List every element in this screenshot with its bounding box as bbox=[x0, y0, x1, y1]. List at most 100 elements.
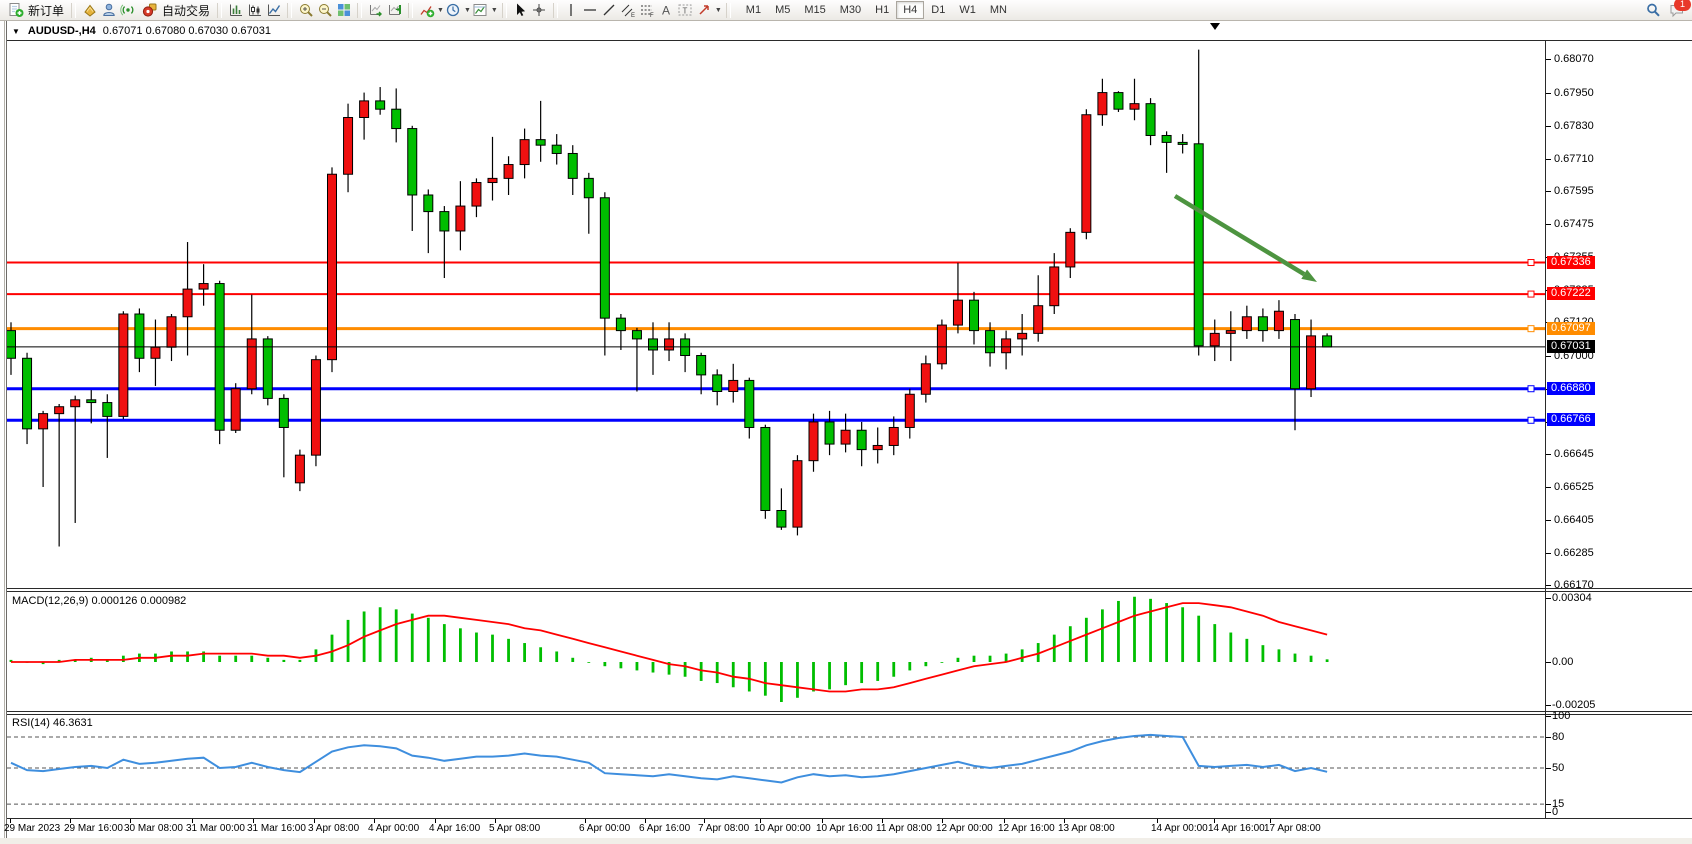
text-icon[interactable]: A bbox=[658, 2, 675, 18]
search-icon[interactable] bbox=[1644, 2, 1661, 18]
timeframe-H1[interactable]: H1 bbox=[868, 1, 896, 19]
candle-body bbox=[23, 358, 32, 429]
rsi-tick-mark bbox=[1546, 768, 1551, 769]
candle-body bbox=[295, 455, 304, 483]
text-label-icon[interactable]: T bbox=[677, 2, 694, 18]
candle-body bbox=[7, 331, 16, 359]
macd-histogram-bar bbox=[347, 620, 350, 662]
line-handle[interactable] bbox=[1528, 326, 1534, 332]
time-tick-mark bbox=[645, 819, 646, 823]
timeframe-D1[interactable]: D1 bbox=[924, 1, 952, 19]
line-handle[interactable] bbox=[1528, 417, 1534, 423]
price-tick-label: 0.67950 bbox=[1554, 87, 1594, 99]
time-tick-mark bbox=[130, 819, 131, 823]
line-handle[interactable] bbox=[1528, 260, 1534, 266]
arrows-icon[interactable] bbox=[696, 2, 713, 18]
periods-dropdown-caret[interactable]: ▼ bbox=[464, 7, 471, 14]
time-tick-mark bbox=[822, 819, 823, 823]
macd-histogram-bar bbox=[475, 633, 478, 662]
macd-tick-mark bbox=[1546, 662, 1551, 663]
time-axis-label: 7 Apr 08:00 bbox=[698, 823, 749, 834]
time-axis-label: 4 Apr 16:00 bbox=[429, 823, 480, 834]
crosshair-icon[interactable] bbox=[531, 2, 548, 18]
window-border bbox=[4, 21, 5, 844]
timeframe-M15[interactable]: M15 bbox=[797, 1, 832, 19]
zoom-out-icon[interactable] bbox=[316, 2, 333, 18]
candle-body bbox=[921, 364, 930, 394]
signals-icon[interactable] bbox=[119, 2, 136, 18]
macd-histogram-bar bbox=[1310, 656, 1313, 662]
bar-chart-icon[interactable] bbox=[227, 2, 244, 18]
zoom-in-icon[interactable] bbox=[297, 2, 314, 18]
macd-histogram-bar bbox=[523, 643, 526, 662]
templates-dropdown-caret[interactable]: ▼ bbox=[491, 7, 498, 14]
price-tick-mark bbox=[1546, 422, 1551, 423]
macd-histogram-bar bbox=[700, 662, 703, 681]
trendline-icon[interactable] bbox=[601, 2, 618, 18]
macd-histogram-bar bbox=[1133, 597, 1136, 662]
time-tick-mark bbox=[760, 819, 761, 823]
macd-histogram-bar bbox=[1278, 649, 1281, 662]
macd-panel[interactable] bbox=[7, 592, 1545, 712]
collapse-triangle-icon[interactable]: ▼ bbox=[12, 27, 20, 36]
horizontal-line-icon[interactable] bbox=[582, 2, 599, 18]
periods-icon[interactable] bbox=[445, 2, 462, 18]
notifications-icon[interactable]: 1 bbox=[1668, 2, 1685, 18]
rsi-tick-mark bbox=[1546, 812, 1551, 813]
tile-windows-icon[interactable] bbox=[335, 2, 352, 18]
macd-histogram-bar bbox=[957, 658, 960, 662]
candle-body bbox=[1274, 311, 1283, 330]
data-window-icon[interactable] bbox=[100, 2, 117, 18]
templates-icon[interactable] bbox=[472, 2, 489, 18]
price-tick-label: 0.67710 bbox=[1554, 153, 1594, 165]
candle-body bbox=[119, 314, 128, 416]
line-handle[interactable] bbox=[1528, 386, 1534, 392]
candle-body bbox=[39, 414, 48, 429]
autotrading-button[interactable]: 自动交易 bbox=[137, 1, 213, 20]
price-tick-mark bbox=[1546, 487, 1551, 488]
timeframe-W1[interactable]: W1 bbox=[952, 1, 983, 19]
vertical-line-icon[interactable] bbox=[563, 2, 580, 18]
macd-histogram-bar bbox=[908, 662, 911, 670]
time-axis-label: 6 Apr 00:00 bbox=[579, 823, 630, 834]
indicators-icon[interactable] bbox=[418, 2, 435, 18]
macd-histogram-bar bbox=[1245, 639, 1248, 662]
time-tick-mark bbox=[70, 819, 71, 823]
indicators-dropdown-caret[interactable]: ▼ bbox=[437, 7, 444, 14]
rsi-panel[interactable] bbox=[7, 714, 1545, 818]
time-axis-label: 5 Apr 08:00 bbox=[489, 823, 540, 834]
timeframe-MN[interactable]: MN bbox=[983, 1, 1014, 19]
auto-scroll-icon[interactable] bbox=[367, 2, 384, 18]
chart-shift-icon[interactable] bbox=[386, 2, 403, 18]
candle-body bbox=[456, 206, 465, 231]
fibonacci-icon[interactable]: F bbox=[639, 2, 656, 18]
new-order-button[interactable]: 新订单 bbox=[3, 1, 67, 20]
macd-histogram-bar bbox=[941, 662, 944, 663]
macd-histogram-bar bbox=[1326, 659, 1329, 662]
candle-body bbox=[135, 314, 144, 358]
timeframe-M1[interactable]: M1 bbox=[739, 1, 768, 19]
arrows-dropdown-caret[interactable]: ▼ bbox=[715, 7, 722, 14]
line-handle[interactable] bbox=[1528, 291, 1534, 297]
timeframe-M5[interactable]: M5 bbox=[768, 1, 797, 19]
candle-body bbox=[970, 300, 979, 330]
rsi-tick-mark bbox=[1546, 804, 1551, 805]
time-tick-mark bbox=[1064, 819, 1065, 823]
macd-histogram-bar bbox=[764, 662, 767, 696]
macd-histogram-bar bbox=[1229, 633, 1232, 662]
candlestick-chart-icon[interactable] bbox=[246, 2, 263, 18]
equidistant-channel-icon[interactable]: E bbox=[620, 2, 637, 18]
time-axis-label: 14 Apr 16:00 bbox=[1208, 823, 1265, 834]
timeframe-M30[interactable]: M30 bbox=[833, 1, 868, 19]
candle-body bbox=[697, 356, 706, 375]
time-tick-mark bbox=[10, 819, 11, 823]
line-chart-icon[interactable] bbox=[265, 2, 282, 18]
candle-body bbox=[247, 339, 256, 389]
price-chart-panel[interactable] bbox=[7, 40, 1545, 588]
price-tick-mark bbox=[1546, 59, 1551, 60]
market-watch-icon[interactable] bbox=[81, 2, 98, 18]
chart-shift-marker[interactable] bbox=[1210, 23, 1220, 30]
macd-histogram-bar bbox=[1101, 609, 1104, 662]
timeframe-H4[interactable]: H4 bbox=[896, 1, 924, 19]
cursor-icon[interactable] bbox=[512, 2, 529, 18]
